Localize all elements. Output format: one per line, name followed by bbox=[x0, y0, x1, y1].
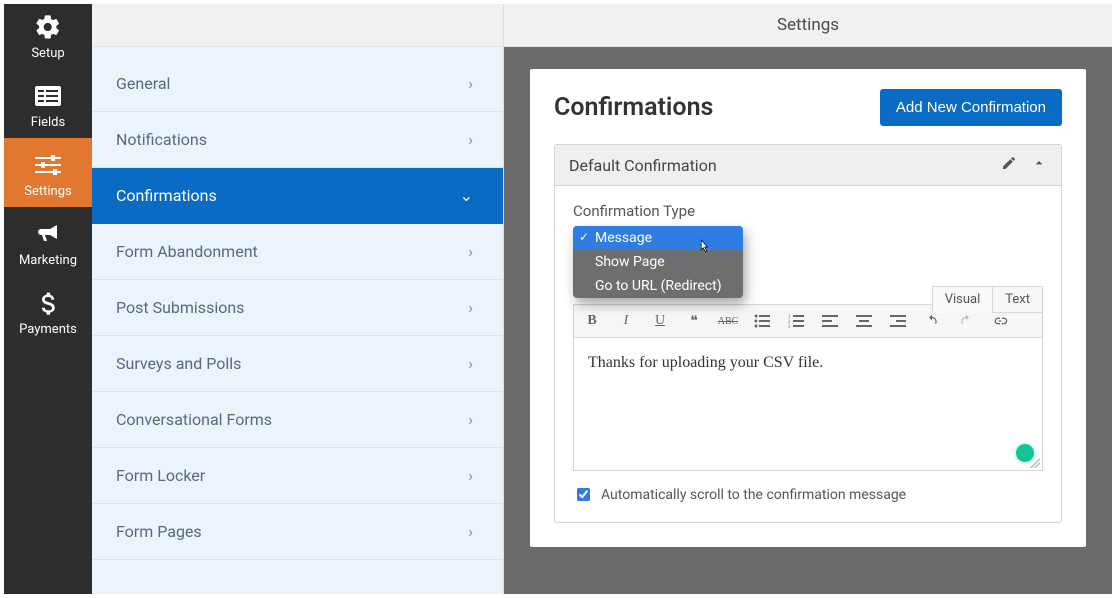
chevron-right-icon: › bbox=[468, 522, 473, 541]
editor-textarea[interactable]: Thanks for uploading your CSV file. bbox=[574, 338, 1042, 470]
rail-item-setup[interactable]: Setup bbox=[4, 4, 92, 69]
subnav-label: Surveys and Polls bbox=[116, 354, 241, 373]
subnav-item-form-abandonment[interactable]: Form Abandonment › bbox=[92, 224, 503, 280]
chevron-right-icon: › bbox=[468, 298, 473, 317]
auto-scroll-label: Automatically scroll to the confirmation… bbox=[601, 487, 906, 503]
editor-tab-text[interactable]: Text bbox=[992, 286, 1043, 313]
sliders-icon bbox=[4, 148, 92, 182]
subnav-item-conversational[interactable]: Conversational Forms › bbox=[92, 392, 503, 448]
strike-button[interactable]: ABC bbox=[718, 311, 738, 331]
link-button[interactable] bbox=[990, 311, 1010, 331]
list-icon bbox=[4, 79, 92, 113]
chevron-down-icon: ⌄ bbox=[460, 186, 473, 205]
rail-item-marketing[interactable]: Marketing bbox=[4, 207, 92, 276]
main-body: Confirmations Add New Confirmation Defau… bbox=[504, 47, 1112, 594]
edit-icon[interactable] bbox=[1001, 155, 1017, 175]
dropdown-option-showpage[interactable]: Show Page bbox=[573, 250, 743, 274]
align-left-button[interactable] bbox=[820, 311, 840, 331]
subnav-label: Confirmations bbox=[116, 186, 217, 205]
subnav-label: Form Pages bbox=[116, 522, 202, 541]
confirmations-panel: Confirmations Add New Confirmation Defau… bbox=[530, 69, 1086, 547]
underline-button[interactable]: U bbox=[650, 311, 670, 331]
confirmation-card: Default Confirmation Confirmation Type bbox=[554, 144, 1062, 523]
collapse-icon[interactable] bbox=[1031, 155, 1047, 175]
chevron-right-icon: › bbox=[468, 466, 473, 485]
confirmation-type-label: Confirmation Type bbox=[573, 202, 1043, 220]
bullhorn-icon bbox=[4, 217, 92, 251]
subnav-label: Form Locker bbox=[116, 466, 205, 485]
main-header-title: Settings bbox=[777, 15, 839, 35]
bold-button[interactable]: B bbox=[582, 311, 602, 331]
chevron-right-icon: › bbox=[468, 410, 473, 429]
subnav-label: Form Abandonment bbox=[116, 242, 258, 261]
auto-scroll-row[interactable]: Automatically scroll to the confirmation… bbox=[573, 485, 1043, 504]
italic-button[interactable]: I bbox=[616, 311, 636, 331]
main-area: Settings Confirmations Add New Confirmat… bbox=[504, 4, 1112, 594]
editor-content: Thanks for uploading your CSV file. bbox=[588, 354, 823, 371]
settings-subnav: General › Notifications › Confirmations … bbox=[92, 4, 504, 594]
subnav-item-general[interactable]: General › bbox=[92, 56, 503, 112]
rail-label: Payments bbox=[4, 322, 92, 337]
undo-button[interactable] bbox=[922, 311, 942, 331]
subnav-label: Conversational Forms bbox=[116, 410, 272, 429]
ol-button[interactable]: 123 bbox=[786, 311, 806, 331]
subnav-item-notifications[interactable]: Notifications › bbox=[92, 112, 503, 168]
editor-tab-visual[interactable]: Visual bbox=[932, 286, 994, 313]
chevron-right-icon: › bbox=[468, 74, 473, 93]
dollar-icon bbox=[4, 286, 92, 320]
rail-label: Marketing bbox=[4, 253, 92, 268]
resize-grip[interactable] bbox=[1030, 458, 1040, 468]
redo-button[interactable] bbox=[956, 311, 976, 331]
dropdown-menu: Message Show Page Go to URL (Redirect) bbox=[573, 226, 743, 298]
align-right-button[interactable] bbox=[888, 311, 908, 331]
ul-button[interactable] bbox=[752, 311, 772, 331]
align-center-button[interactable] bbox=[854, 311, 874, 331]
svg-text:3: 3 bbox=[788, 325, 791, 328]
subnav-item-form-pages[interactable]: Form Pages › bbox=[92, 504, 503, 560]
rail-item-payments[interactable]: Payments bbox=[4, 276, 92, 345]
subnav-item-form-locker[interactable]: Form Locker › bbox=[92, 448, 503, 504]
rail-item-fields[interactable]: Fields bbox=[4, 69, 92, 138]
subnav-label: Post Submissions bbox=[116, 298, 244, 317]
chevron-right-icon: › bbox=[468, 354, 473, 373]
subnav-item-post-submissions[interactable]: Post Submissions › bbox=[92, 280, 503, 336]
subnav-spacer bbox=[92, 4, 503, 47]
rail-label: Setup bbox=[4, 46, 92, 61]
subnav-label: Notifications bbox=[116, 130, 207, 149]
card-title: Default Confirmation bbox=[569, 156, 717, 175]
auto-scroll-checkbox[interactable] bbox=[577, 488, 590, 501]
quote-button[interactable]: ❝ bbox=[684, 311, 704, 331]
chevron-right-icon: › bbox=[468, 242, 473, 261]
rail-item-settings[interactable]: Settings bbox=[4, 138, 92, 207]
rail-label: Settings bbox=[4, 184, 92, 199]
editor: B I U ❝ ABC 123 bbox=[573, 304, 1043, 471]
chevron-right-icon: › bbox=[468, 130, 473, 149]
rail-label: Fields bbox=[4, 115, 92, 130]
sidebar-rail: Setup Fields Settings Marketing Payments bbox=[4, 4, 92, 594]
subnav-item-surveys[interactable]: Surveys and Polls › bbox=[92, 336, 503, 392]
card-header[interactable]: Default Confirmation bbox=[555, 145, 1061, 186]
panel-title: Confirmations bbox=[554, 93, 713, 122]
gear-icon bbox=[4, 10, 92, 44]
dropdown-option-message[interactable]: Message bbox=[573, 226, 743, 250]
main-header: Settings bbox=[504, 4, 1112, 47]
subnav-item-confirmations[interactable]: Confirmations ⌄ bbox=[92, 168, 503, 224]
add-new-confirmation-button[interactable]: Add New Confirmation bbox=[880, 89, 1062, 126]
subnav-label: General bbox=[116, 74, 170, 93]
dropdown-option-redirect[interactable]: Go to URL (Redirect) bbox=[573, 274, 743, 298]
